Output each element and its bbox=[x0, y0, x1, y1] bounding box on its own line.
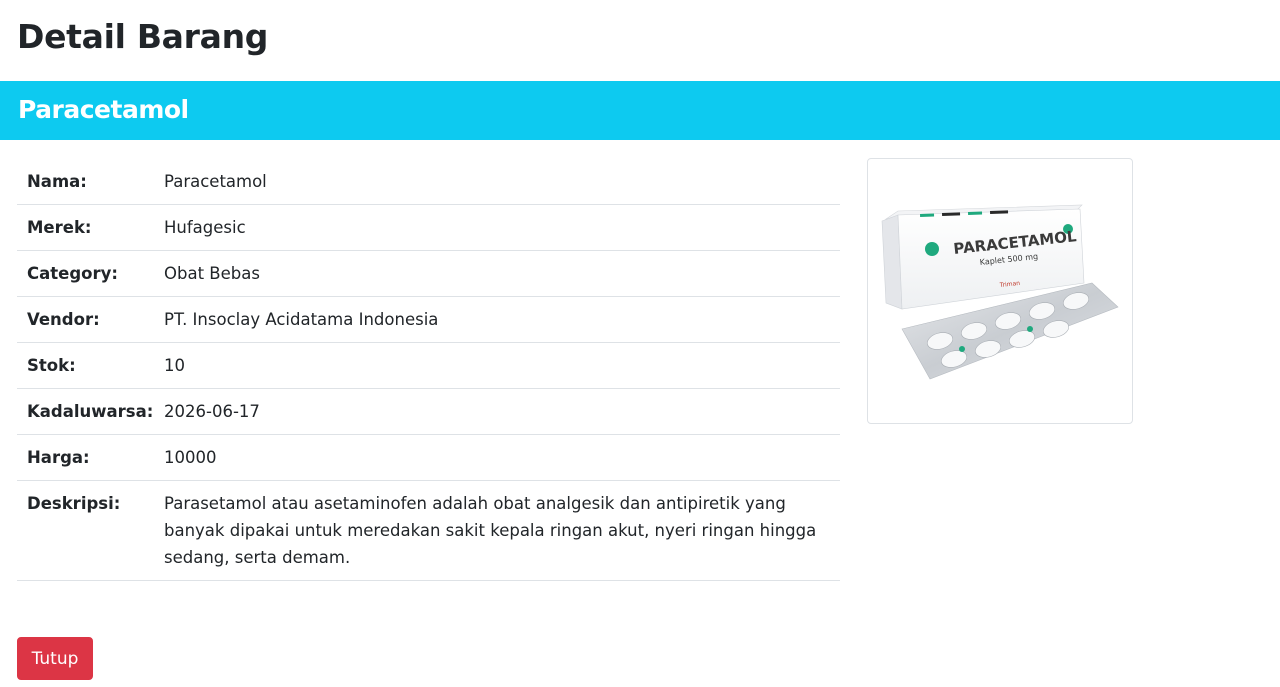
detail-value: PT. Insoclay Acidatama Indonesia bbox=[164, 296, 840, 343]
detail-label: Nama: bbox=[17, 159, 164, 205]
detail-label: Kadaluwarsa: bbox=[17, 388, 164, 435]
detail-value: Paracetamol bbox=[164, 159, 840, 205]
detail-value: 2026-06-17 bbox=[164, 388, 840, 435]
detail-label: Vendor: bbox=[17, 296, 164, 343]
detail-row-stok: Stok: 10 bbox=[17, 342, 840, 389]
detail-row-nama: Nama: Paracetamol bbox=[17, 159, 840, 205]
detail-row-deskripsi: Deskripsi: Parasetamol atau asetaminofen… bbox=[17, 480, 840, 581]
card-header-title: Paracetamol bbox=[18, 95, 189, 124]
product-image-card: PARACETAMOL Kaplet 500 mg Triman bbox=[867, 158, 1133, 424]
detail-row-category: Category: Obat Bebas bbox=[17, 250, 840, 297]
detail-row-kadaluwarsa: Kadaluwarsa: 2026-06-17 bbox=[17, 388, 840, 435]
detail-label: Category: bbox=[17, 250, 164, 297]
page-title: Detail Barang bbox=[17, 17, 269, 56]
detail-label: Merek: bbox=[17, 204, 164, 251]
detail-row-vendor: Vendor: PT. Insoclay Acidatama Indonesia bbox=[17, 296, 840, 343]
detail-value: 10000 bbox=[164, 434, 840, 481]
detail-value: Hufagesic bbox=[164, 204, 840, 251]
detail-value: Parasetamol atau asetaminofen adalah oba… bbox=[164, 480, 840, 581]
detail-row-harga: Harga: 10000 bbox=[17, 434, 840, 481]
detail-value: 10 bbox=[164, 342, 840, 389]
detail-table: Nama: Paracetamol Merek: Hufagesic Categ… bbox=[17, 159, 840, 581]
detail-value: Obat Bebas bbox=[164, 250, 840, 297]
detail-label: Harga: bbox=[17, 434, 164, 481]
product-image: PARACETAMOL Kaplet 500 mg Triman bbox=[881, 204, 1119, 380]
detail-label: Deskripsi: bbox=[17, 480, 164, 581]
close-button[interactable]: Tutup bbox=[17, 637, 93, 680]
detail-row-merek: Merek: Hufagesic bbox=[17, 204, 840, 251]
detail-label: Stok: bbox=[17, 342, 164, 389]
card-header: Paracetamol bbox=[0, 81, 1280, 140]
